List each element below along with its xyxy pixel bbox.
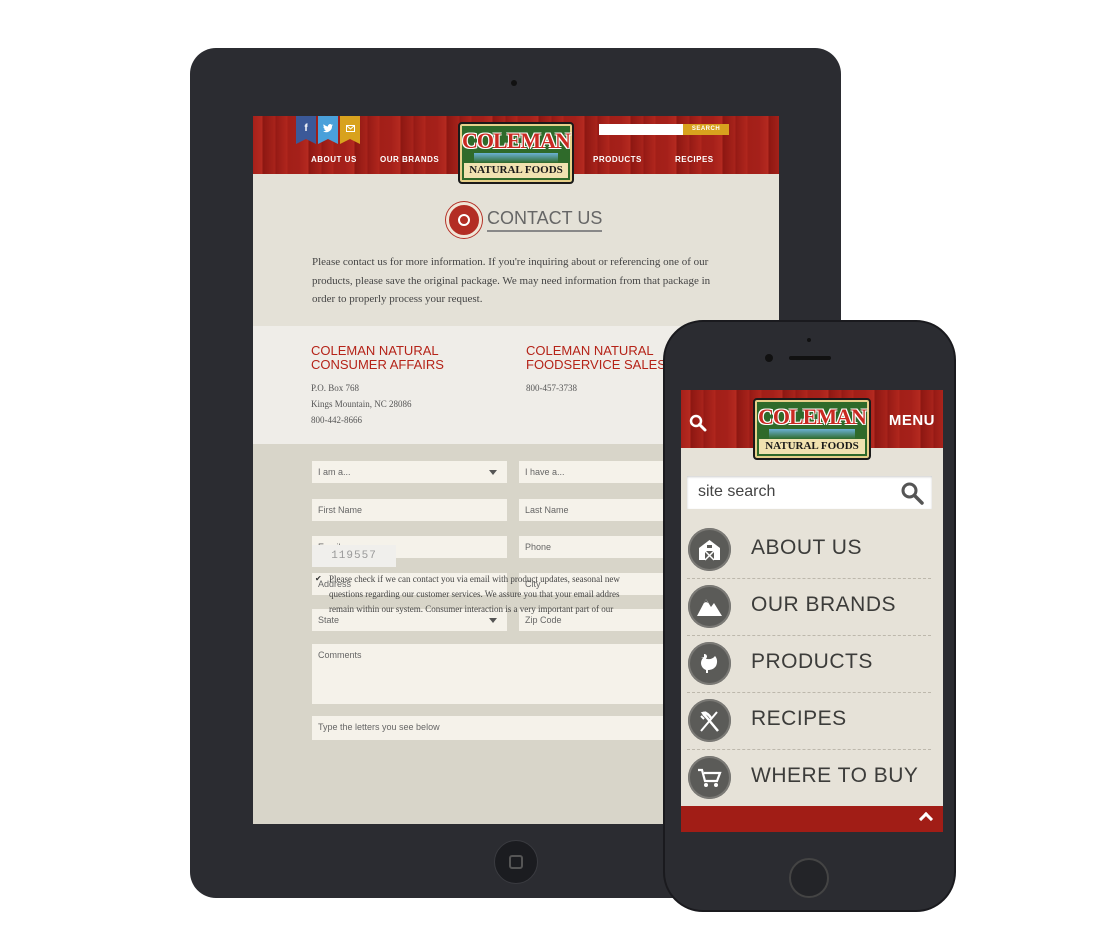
coleman-logo[interactable]: COLEMAN NATURAL FOODS	[753, 398, 871, 460]
coleman-logo[interactable]: COLEMAN NATURAL FOODS	[458, 122, 574, 184]
consent-text: Please check if we can contact you via e…	[329, 574, 620, 614]
menu-label: OUR BRANDS	[751, 593, 897, 616]
menu-item-about-us[interactable]: ABOUT US	[687, 522, 931, 579]
header-search-input[interactable]	[599, 124, 683, 135]
phone-home-button[interactable]	[789, 858, 829, 898]
consumer-affairs-title: COLEMAN NATURAL CONSUMER AFFAIRS	[311, 343, 444, 372]
nav-our-brands[interactable]: OUR BRANDS	[380, 155, 439, 164]
consent-checkbox[interactable]: ✔	[315, 574, 322, 583]
logo-mountains	[474, 153, 558, 163]
search-icon[interactable]	[689, 414, 707, 437]
email-icon[interactable]	[340, 116, 360, 144]
nav-about-us[interactable]: ABOUT US	[311, 155, 357, 164]
captcha-image: 119557	[312, 545, 396, 567]
po-box: P.O. Box 768	[311, 383, 360, 393]
site-search-input[interactable]: site search	[687, 476, 932, 509]
city-state-zip: Kings Mountain, NC 28086	[311, 399, 412, 409]
tablet-camera	[511, 80, 517, 86]
facebook-icon[interactable]: f	[296, 116, 316, 144]
menu-item-products[interactable]: PRODUCTS	[687, 636, 931, 693]
menu-label: WHERE TO BUY	[751, 764, 919, 787]
menu-label: RECIPES	[751, 707, 847, 730]
consumer-phone: 800-442-8666	[311, 415, 362, 425]
menu-button[interactable]: MENU	[889, 412, 935, 429]
search-icon[interactable]	[900, 481, 924, 505]
header-search-button[interactable]: SEARCH	[683, 124, 729, 135]
phone-speaker	[789, 356, 831, 360]
page-title: CONTACT US	[487, 208, 603, 232]
twitter-icon[interactable]	[318, 116, 338, 144]
menu-item-our-brands[interactable]: OUR BRANDS	[687, 579, 931, 636]
chevron-down-icon	[489, 618, 497, 623]
menu-label: PRODUCTS	[751, 650, 873, 673]
mobile-footer	[681, 806, 943, 832]
contact-chat-icon	[446, 202, 482, 238]
phone-sensor	[807, 338, 811, 342]
menu-label: ABOUT US	[751, 536, 862, 559]
barn-icon	[688, 528, 731, 571]
intro-text: Please contact us for more information. …	[312, 256, 711, 305]
logo-mountains	[769, 429, 855, 439]
foodservice-sales-block: COLEMAN NATURAL FOODSERVICE SALES 800-45…	[526, 344, 666, 396]
chevron-down-icon	[489, 470, 497, 475]
i-am-select[interactable]: I am a...	[312, 461, 507, 483]
menu-item-recipes[interactable]: RECIPES	[687, 693, 931, 750]
foodservice-phone: 800-457-3738	[526, 383, 577, 393]
tablet-home-button[interactable]	[494, 840, 538, 884]
cart-icon	[688, 756, 731, 799]
chevron-up-icon[interactable]	[918, 811, 934, 827]
mountains-icon	[688, 585, 731, 628]
phone-screen: MENU COLEMAN NATURAL FOODS site search A…	[681, 390, 943, 832]
phone-camera	[765, 354, 773, 362]
fork-knife-icon	[688, 699, 731, 742]
foodservice-sales-title: COLEMAN NATURAL FOODSERVICE SALES	[526, 343, 666, 372]
phone-device: MENU COLEMAN NATURAL FOODS site search A…	[663, 320, 956, 912]
chicken-icon	[688, 642, 731, 685]
nav-products[interactable]: PRODUCTS	[593, 155, 642, 164]
first-name-field[interactable]: First Name	[312, 499, 507, 521]
nav-recipes[interactable]: RECIPES	[675, 155, 714, 164]
consumer-affairs-block: COLEMAN NATURAL CONSUMER AFFAIRS P.O. Bo…	[311, 344, 444, 428]
menu-item-where-to-buy[interactable]: WHERE TO BUY	[687, 750, 931, 807]
